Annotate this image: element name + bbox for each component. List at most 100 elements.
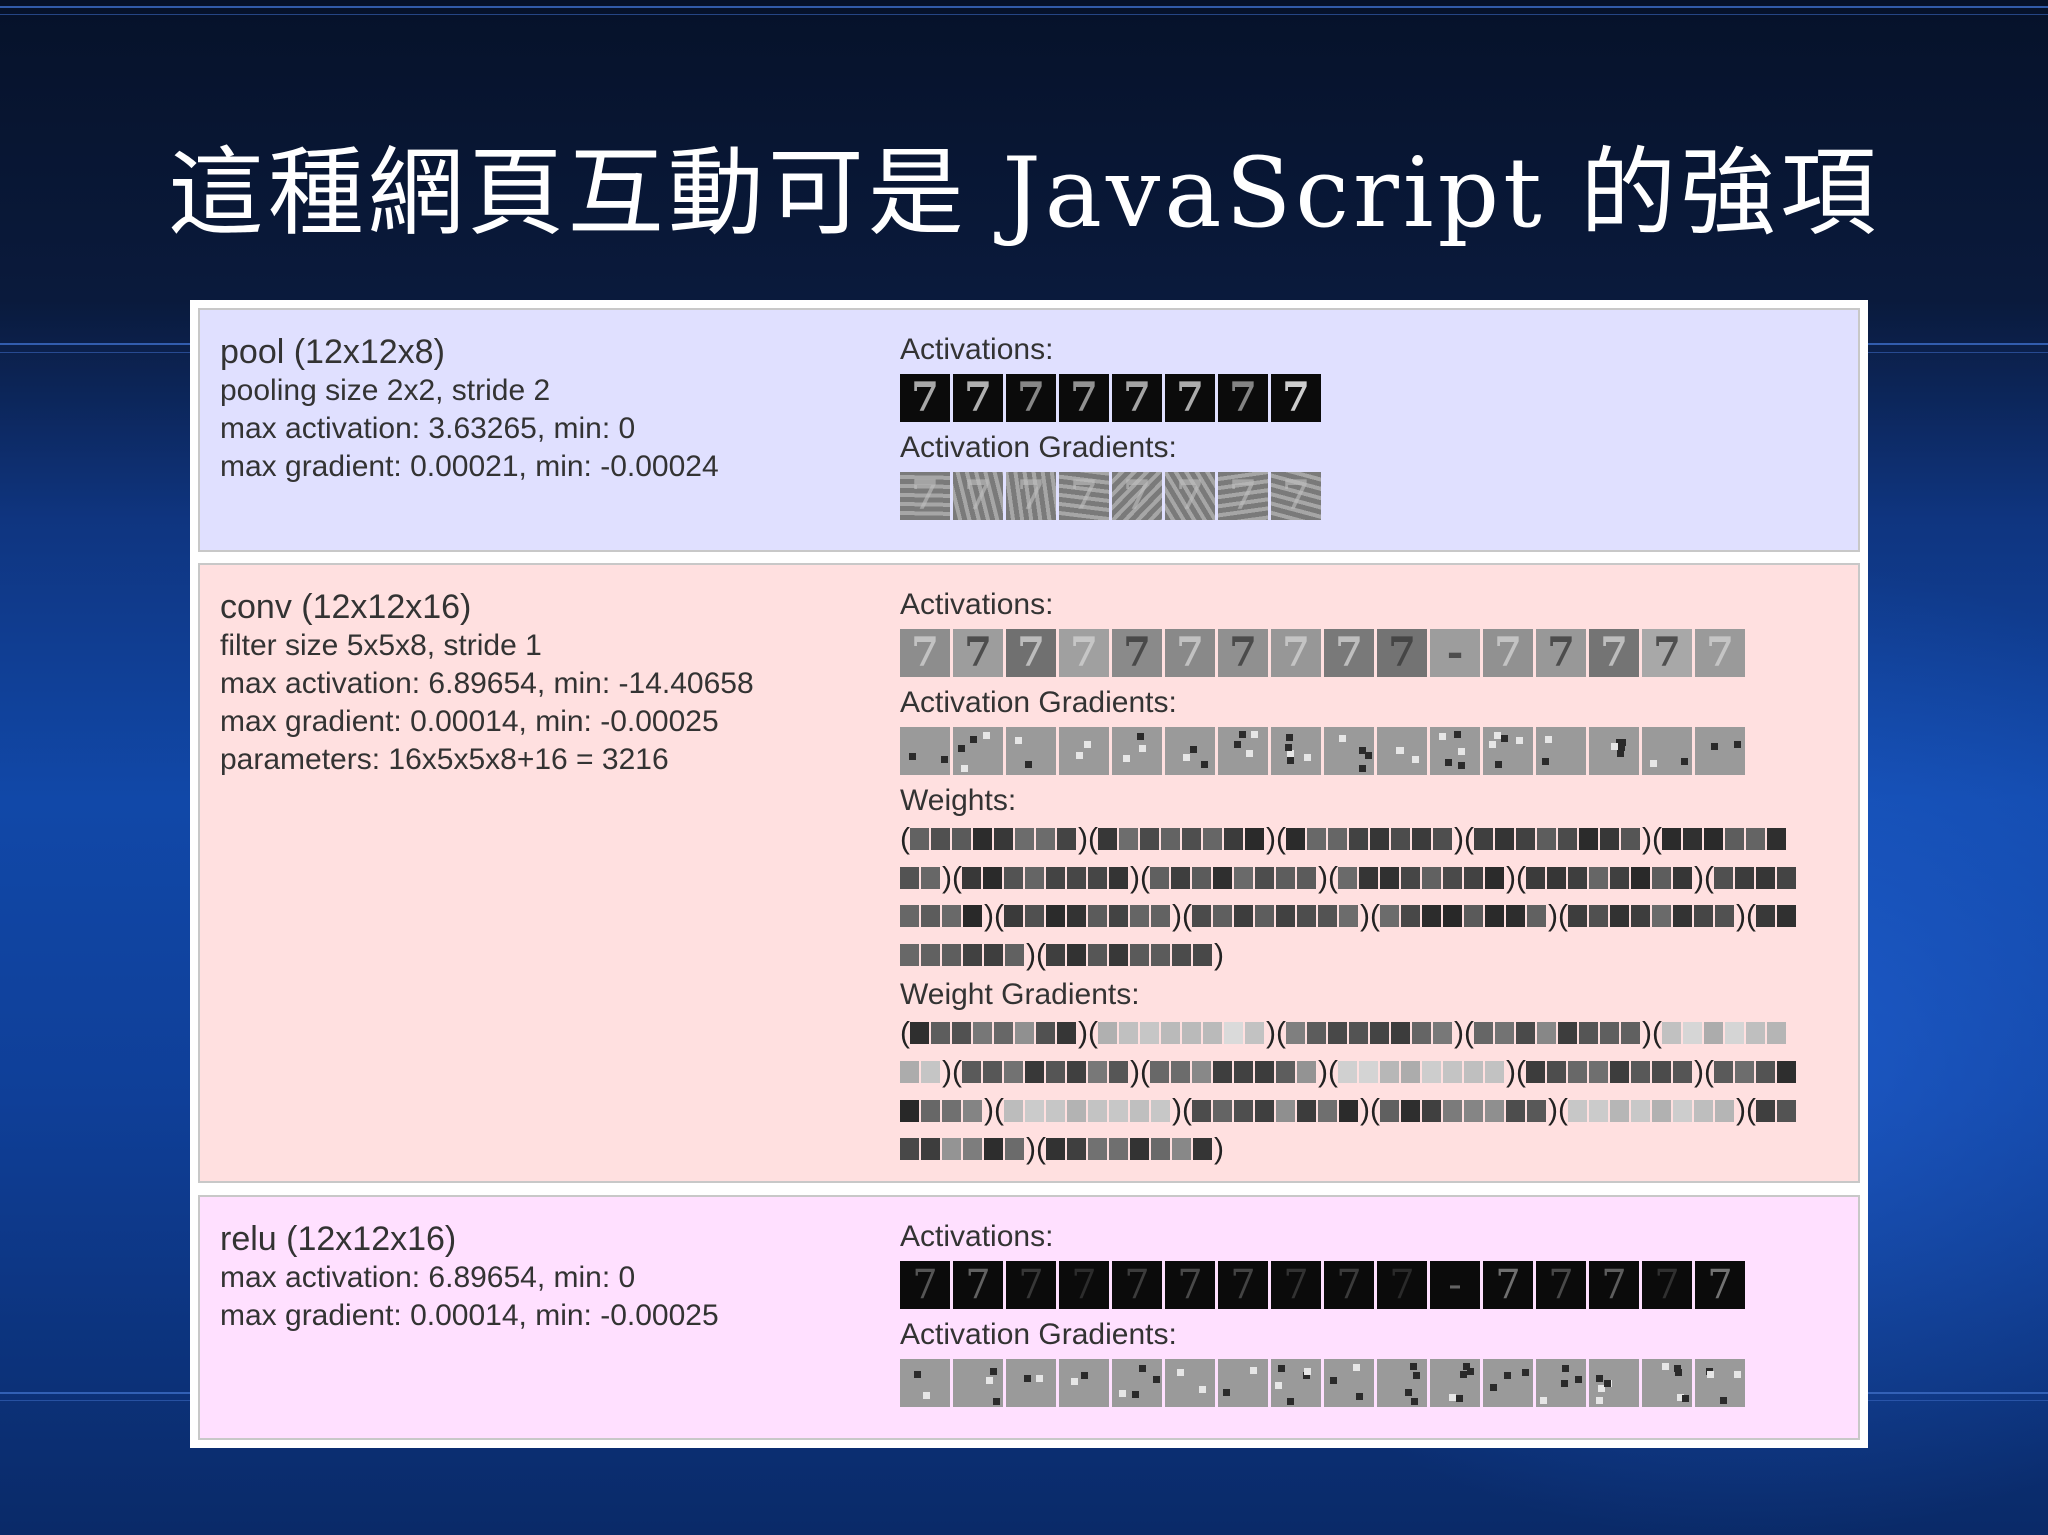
weight-cell xyxy=(1151,1138,1170,1161)
weight-cell xyxy=(1547,1060,1566,1083)
feature-map-thumbnail xyxy=(1483,1359,1533,1407)
feature-map-thumbnail: 7 xyxy=(1642,629,1692,677)
weight-cell xyxy=(1130,905,1149,928)
feature-map-thumbnail: - xyxy=(1430,1261,1480,1309)
gradient-speck xyxy=(1287,1398,1294,1405)
weight-cell xyxy=(1412,828,1431,851)
weight-cell xyxy=(1526,866,1545,889)
weight-cell xyxy=(1224,1022,1243,1045)
weight-cell xyxy=(1349,1022,1368,1045)
layer-info: conv (12x12x16) filter size 5x5x8, strid… xyxy=(220,587,860,779)
weight-cell xyxy=(1485,1060,1504,1083)
digit-glyph: 7 xyxy=(1706,629,1734,676)
layer-detail: max activation: 6.89654, min: -14.40658 xyxy=(220,667,754,700)
gradient-speck xyxy=(1223,1389,1230,1396)
feature-map-thumbnail xyxy=(1218,1359,1268,1407)
gradient-speck xyxy=(1522,1369,1529,1376)
decor-line xyxy=(0,6,2048,8)
weight-cell xyxy=(963,1099,982,1122)
weight-cell xyxy=(1213,866,1232,889)
weight-cell xyxy=(1422,866,1441,889)
layer-detail: max gradient: 0.00014, min: -0.00025 xyxy=(220,1299,719,1332)
feature-map-thumbnail: 7 xyxy=(1324,1261,1374,1309)
weight-cell xyxy=(1443,1099,1462,1122)
weight-cell xyxy=(952,1022,971,1045)
gradient-speck xyxy=(1339,735,1346,742)
digit-glyph: 7 xyxy=(1124,1262,1150,1308)
weight-cell xyxy=(1245,1022,1264,1045)
weight-cell xyxy=(1005,943,1024,966)
gradient-speck xyxy=(1711,743,1718,750)
weight-cell xyxy=(1777,866,1796,889)
activations-label: Activations: xyxy=(900,588,1054,621)
weight-cell xyxy=(1213,1060,1232,1083)
weight-cell xyxy=(1568,1060,1587,1083)
weight-cell xyxy=(921,943,940,966)
gradient-speck xyxy=(1024,1375,1031,1382)
gradient-speck xyxy=(941,756,948,763)
layer-detail: max gradient: 0.00021, min: -0.00024 xyxy=(220,450,719,483)
weight-cell xyxy=(942,943,961,966)
weight-cell xyxy=(1495,828,1514,851)
gradient-speck xyxy=(1246,750,1253,757)
digit-glyph: 7 xyxy=(1653,629,1681,676)
weight-cell xyxy=(1057,1022,1076,1045)
gradient-speck xyxy=(1025,761,1032,768)
gradient-speck xyxy=(1618,744,1625,751)
gradient-speck xyxy=(961,765,968,772)
gradient-speck xyxy=(1495,761,1502,768)
weight-cell xyxy=(921,1138,940,1161)
digit-glyph: 7 xyxy=(1282,629,1310,676)
weight-cell xyxy=(1694,1099,1713,1122)
feature-map-thumbnail xyxy=(1059,727,1109,775)
weight-cell xyxy=(963,1138,982,1161)
gradient-speck xyxy=(1460,1371,1467,1378)
gradient-speck xyxy=(909,753,916,760)
weight-cell xyxy=(1004,1060,1023,1083)
digit-glyph: 7 xyxy=(964,472,992,519)
weight-cell xyxy=(1673,1099,1692,1122)
digit-glyph: 7 xyxy=(1229,629,1257,676)
feature-map-thumbnail: 7 xyxy=(1536,629,1586,677)
weight-cell xyxy=(1777,905,1796,928)
weight-cell xyxy=(1767,1022,1786,1045)
gradient-speck xyxy=(1734,1371,1741,1378)
weight-cell xyxy=(1276,1060,1295,1083)
weight-gradient-filters: ()()()()()()()()()()()()()()()() xyxy=(900,1013,1850,1167)
gradient-speck xyxy=(1454,731,1461,738)
digit-glyph: 7 xyxy=(1177,1262,1203,1308)
weight-filters: ()()()()()()()()()()()()()()()() xyxy=(900,819,1850,973)
weight-cell xyxy=(963,943,982,966)
weight-cell xyxy=(1474,1022,1493,1045)
feature-map-thumbnail: 7 xyxy=(1112,374,1162,422)
weight-cell xyxy=(1526,1060,1545,1083)
weight-cell xyxy=(1370,828,1389,851)
weight-cell xyxy=(1004,905,1023,928)
gradient-speck xyxy=(1234,741,1241,748)
weight-cell xyxy=(1004,866,1023,889)
feature-map-thumbnail: 7 xyxy=(1324,629,1374,677)
gradient-speck xyxy=(1674,1365,1681,1372)
feature-map-thumbnail: 7 xyxy=(1377,1261,1427,1309)
activation-thumbnails: 7777777777-77777 xyxy=(900,1261,1850,1309)
weight-cell xyxy=(1119,1022,1138,1045)
gradient-speck xyxy=(1304,1368,1311,1375)
weight-cell xyxy=(942,1138,961,1161)
weight-cell xyxy=(1662,1022,1681,1045)
gradient-speck xyxy=(1123,755,1130,762)
weight-cell xyxy=(1579,1022,1598,1045)
weight-row: )()()()()( xyxy=(900,1090,1820,1129)
weight-cell xyxy=(1474,828,1493,851)
feature-map-thumbnail: 7 xyxy=(1006,374,1056,422)
weight-cell xyxy=(910,828,929,851)
gradient-speck xyxy=(1405,1389,1412,1396)
digit-glyph: 7 xyxy=(1230,1262,1256,1308)
weight-cell xyxy=(994,828,1013,851)
gradient-speck xyxy=(1356,1393,1363,1400)
slide-title: 這種網頁互動可是 JavaScript 的強項 xyxy=(167,137,1881,249)
gradient-speck xyxy=(1278,1365,1285,1372)
weight-cell xyxy=(1621,1022,1640,1045)
weight-cell xyxy=(1537,828,1556,851)
digit-glyph: 7 xyxy=(1071,1262,1097,1308)
gradient-speck xyxy=(1575,1376,1582,1383)
